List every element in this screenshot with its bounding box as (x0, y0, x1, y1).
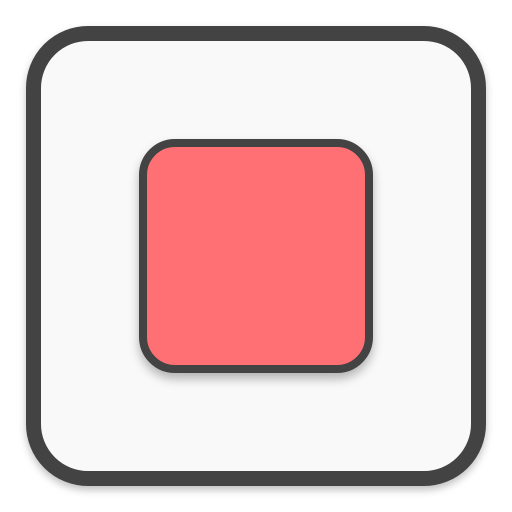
app-icon-canvas (0, 0, 512, 512)
stop-icon (139, 139, 373, 373)
